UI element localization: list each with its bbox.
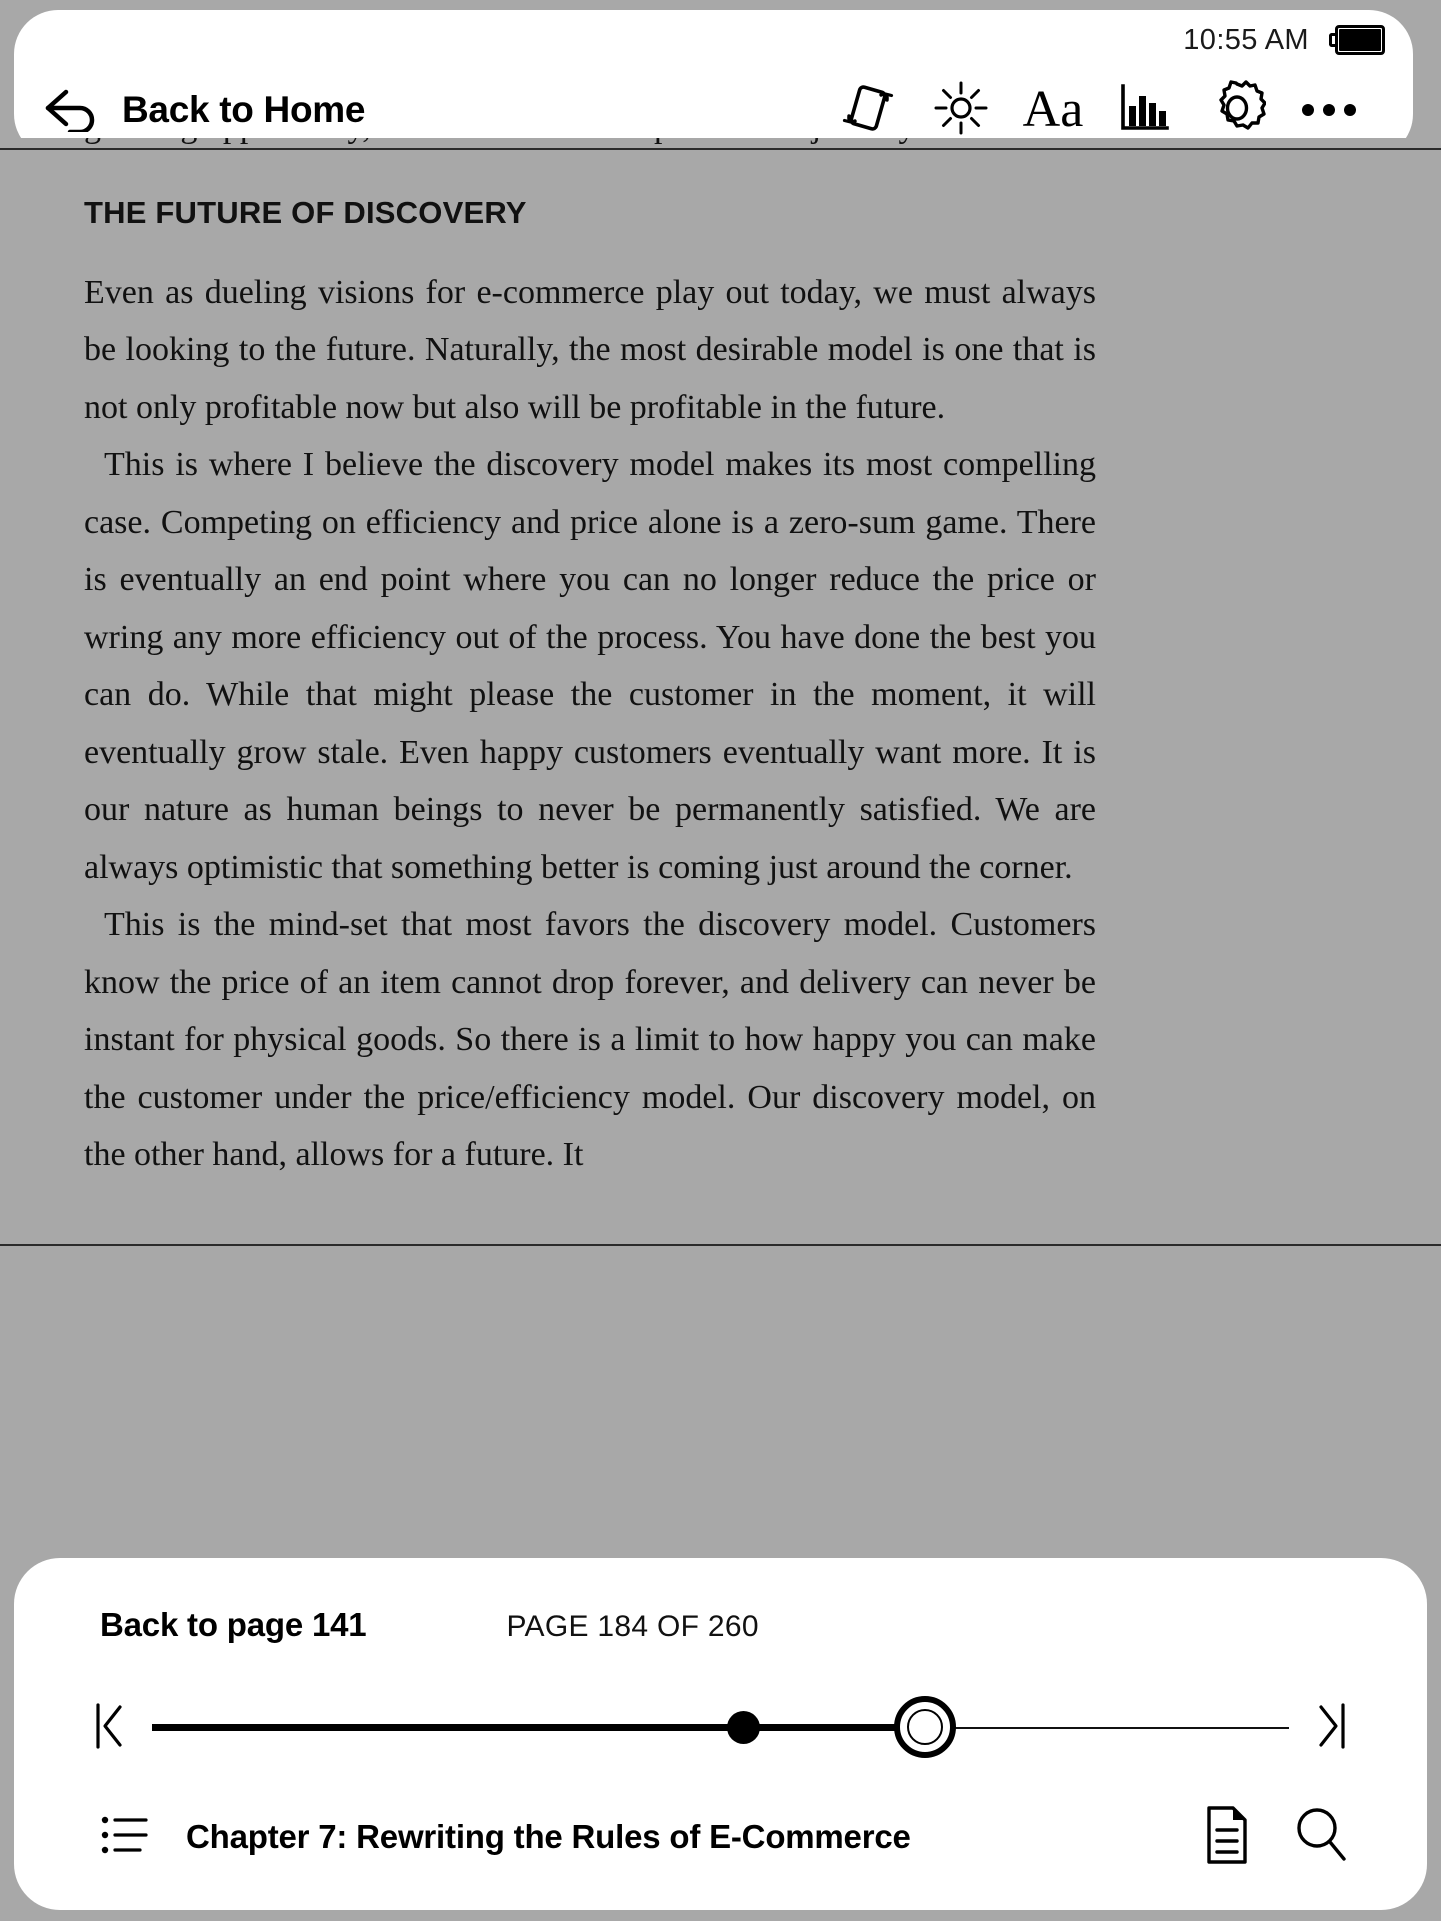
status-time: 10:55 AM [1183, 23, 1309, 56]
battery-full-icon [1329, 25, 1385, 55]
notes-document-icon [1203, 1805, 1251, 1870]
page-slider-row [14, 1692, 1427, 1764]
page-top-divider [0, 148, 1441, 150]
table-of-contents-button[interactable] [96, 1808, 154, 1866]
clipped-previous-line: growing opportunity, and we intend to be… [84, 138, 1096, 146]
search-button[interactable] [1291, 1804, 1351, 1870]
go-to-start-button[interactable] [76, 1693, 146, 1763]
reading-stats-icon [1118, 82, 1172, 139]
go-to-end-icon [1308, 1698, 1352, 1759]
bookmark-position-icon[interactable] [727, 1711, 761, 1744]
back-to-home-label: Back to Home [122, 89, 366, 130]
reading-page-area[interactable]: growing opportunity, and we intend to be… [0, 138, 1441, 1558]
bottom-control-panel: Back to page 141 PAGE 184 OF 260 Chapter… [14, 1558, 1427, 1910]
search-icon [1293, 1806, 1349, 1869]
settings-gear-icon [1208, 79, 1267, 142]
slider-thumb-icon[interactable] [894, 1696, 957, 1758]
chapter-actions [1197, 1804, 1351, 1870]
back-arrow-icon [42, 84, 100, 137]
go-to-start-icon [89, 1698, 133, 1759]
rotate-screen-icon [841, 79, 897, 142]
paragraph: Even as dueling visions for e-commerce p… [84, 273, 1096, 426]
status-bar: 10:55 AM [1183, 18, 1385, 62]
chapter-title: Chapter 7: Rewriting the Rules of E-Comm… [186, 1818, 911, 1855]
book-body-text: THE FUTURE OF DISCOVERY Even as dueling … [84, 184, 1096, 1184]
table-of-contents-icon [100, 1813, 150, 1862]
section-heading: THE FUTURE OF DISCOVERY [84, 195, 527, 230]
more-options-icon [1302, 104, 1356, 116]
go-to-end-button[interactable] [1295, 1693, 1365, 1763]
font-size-icon: Aa [1022, 81, 1084, 138]
back-to-home-button[interactable]: Back to Home [42, 84, 365, 137]
slider-progress-fill [152, 1724, 926, 1731]
page-bottom-divider [0, 1244, 1441, 1246]
header-card: 10:55 AM Back to Home Aa [14, 10, 1413, 158]
paragraph: This is where I believe the discovery mo… [84, 446, 1096, 886]
page-slider[interactable] [152, 1693, 1289, 1763]
page-indicator: PAGE 184 OF 260 [506, 1610, 759, 1643]
chapter-row: Chapter 7: Rewriting the Rules of E-Comm… [14, 1794, 1427, 1880]
back-to-page-button[interactable]: Back to page 141 [100, 1606, 367, 1644]
notes-button[interactable] [1197, 1804, 1257, 1870]
page-info-row: Back to page 141 PAGE 184 OF 260 [14, 1606, 759, 1656]
brightness-icon [933, 80, 989, 141]
paragraph: This is the mind-set that most favors th… [84, 906, 1096, 1173]
